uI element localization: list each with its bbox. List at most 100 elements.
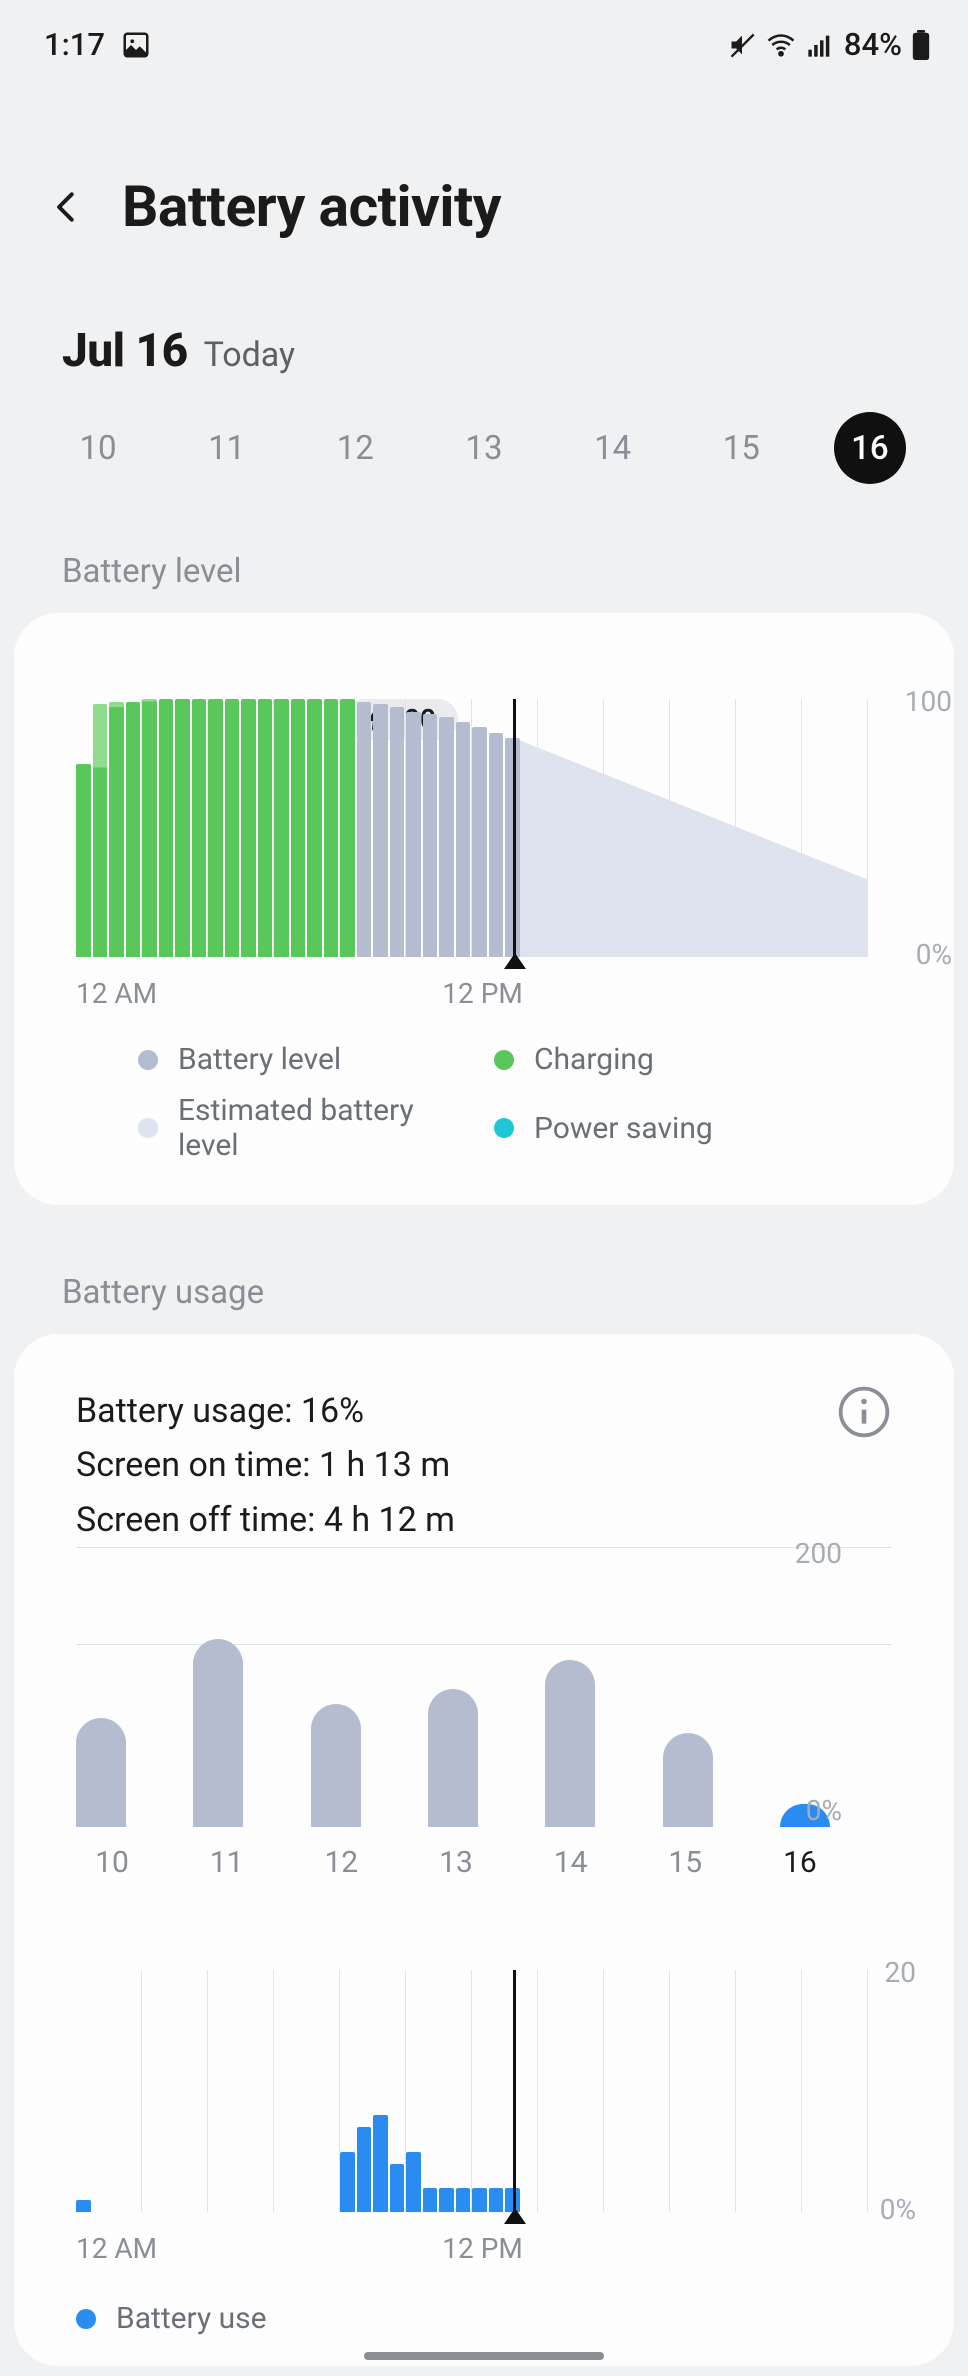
daily-bar (663, 1733, 713, 1827)
level-bar (307, 699, 322, 957)
xaxis-left: 12 AM (76, 977, 157, 1010)
level-bar (175, 699, 190, 957)
hourly-bar (472, 2188, 487, 2212)
legend-dot-power-saving (494, 1118, 514, 1138)
day-13[interactable]: 13 (448, 429, 520, 468)
gallery-icon (121, 30, 151, 60)
hourly-xaxis-left: 12 AM (76, 2232, 157, 2265)
level-bar (439, 717, 454, 957)
daily-usage-chart[interactable]: 200 0% 10111213141516 (76, 1677, 892, 1880)
daily-bar (193, 1639, 243, 1828)
level-bar (324, 699, 339, 957)
battery-level-chart[interactable]: 100 0% (76, 699, 892, 957)
daily-xlabel: 10 (82, 1845, 142, 1880)
status-bar-right: 84% (728, 26, 930, 63)
status-time: 1:17 (44, 26, 105, 63)
hourly-bar (357, 2127, 372, 2212)
section-battery-usage-label: Battery usage (0, 1205, 968, 1312)
day-strip: 10 11 12 13 14 15 16 (0, 378, 968, 484)
back-button[interactable] (48, 188, 86, 226)
daily-xlabel: 14 (541, 1845, 601, 1880)
level-bar (225, 699, 240, 957)
signal-icon (806, 31, 834, 59)
level-bar (373, 704, 388, 957)
hourly-bar (456, 2188, 471, 2212)
hourly-bar (340, 2152, 355, 2213)
hourly-xaxis-right: 12 PM (442, 2232, 523, 2265)
home-indicator[interactable] (364, 2352, 604, 2360)
level-bar (423, 714, 438, 957)
level-bar (76, 764, 91, 958)
hourly-bar (373, 2115, 388, 2212)
status-bar-left: 1:17 (44, 26, 151, 63)
hourly-yaxis-top: 20 (872, 1956, 916, 1989)
legend-dot-estimated (138, 1118, 158, 1138)
date-row: Jul 16 Today (0, 240, 968, 378)
level-bar (456, 722, 471, 957)
level-bar (159, 699, 174, 957)
level-bar (274, 699, 289, 957)
level-bar (142, 699, 157, 957)
date-today: Today (204, 335, 296, 375)
legend-estimated: Estimated battery level (138, 1093, 474, 1163)
date-label: Jul 16 (62, 324, 188, 378)
usage-label: Battery usage: (76, 1391, 301, 1431)
level-bar (340, 699, 355, 957)
level-bar (258, 699, 273, 957)
battery-level-legend: Battery level Charging Estimated battery… (138, 1042, 830, 1163)
hourly-bar (406, 2152, 421, 2213)
level-bar (489, 733, 504, 957)
screen-on-value: 1 h 13 m (319, 1445, 450, 1485)
yaxis-top: 100 (898, 685, 952, 718)
level-bar (505, 738, 520, 957)
wifi-icon (766, 30, 796, 60)
day-10[interactable]: 10 (62, 429, 134, 468)
day-14[interactable]: 14 (577, 429, 649, 468)
hourly-bar (76, 2200, 91, 2212)
battery-level-xlabels: 12 AM 12 PM (76, 977, 868, 1010)
daily-bar (545, 1660, 595, 1827)
day-15[interactable]: 15 (705, 429, 777, 468)
hourly-bar (423, 2188, 438, 2212)
usage-value: 16% (301, 1391, 364, 1431)
daily-xlabels: 10111213141516 (76, 1845, 892, 1880)
battery-level-card: 100 100 0% 12 AM 12 PM Battery level (14, 613, 954, 1205)
level-bar (390, 707, 405, 957)
status-bar: 1:17 84% (0, 0, 968, 63)
level-bar (126, 702, 141, 957)
screen-off-label: Screen off time: (76, 1500, 324, 1540)
day-11[interactable]: 11 (191, 429, 263, 468)
daily-bar (76, 1718, 126, 1827)
legend-dot-charging (494, 1050, 514, 1070)
battery-usage-card: Battery usage: 16% Screen on time: 1 h 1… (14, 1334, 954, 2366)
daily-yaxis: 200 0% (795, 1537, 842, 1827)
legend-battery-level: Battery level (138, 1042, 474, 1077)
hourly-usage-chart[interactable]: 20 0% 12 AM 12 PM Battery use (76, 1970, 892, 2336)
hourly-xlabels: 12 AM 12 PM (76, 2232, 868, 2265)
section-battery-level-label: Battery level (0, 484, 968, 591)
daily-xlabel: 13 (426, 1845, 486, 1880)
day-16[interactable]: 16 (834, 412, 906, 484)
info-button[interactable] (836, 1384, 892, 1440)
day-12[interactable]: 12 (319, 429, 391, 468)
hourly-legend: Battery use (76, 2301, 892, 2336)
hourly-yaxis: 20 0% (872, 1956, 916, 2226)
screen-off-value: 4 h 12 m (324, 1500, 455, 1540)
level-bar (472, 727, 487, 957)
level-bar (208, 699, 223, 957)
level-bar (192, 699, 207, 957)
level-bar (357, 702, 372, 957)
legend-dot-battery-use (76, 2309, 96, 2329)
daily-bar (311, 1704, 361, 1827)
daily-yaxis-bottom: 0% (806, 1794, 842, 1827)
daily-yaxis-top: 200 (795, 1537, 842, 1570)
daily-xlabel: 11 (197, 1845, 257, 1880)
legend-charging: Charging (494, 1042, 830, 1077)
legend-dot-battery-level (138, 1050, 158, 1070)
status-battery-pct: 84% (844, 26, 902, 63)
legend-power-saving: Power saving (494, 1093, 830, 1163)
hourly-bar (439, 2188, 454, 2212)
level-bar (291, 699, 306, 957)
screen-on-label: Screen on time: (76, 1445, 319, 1485)
daily-bar (428, 1689, 478, 1827)
